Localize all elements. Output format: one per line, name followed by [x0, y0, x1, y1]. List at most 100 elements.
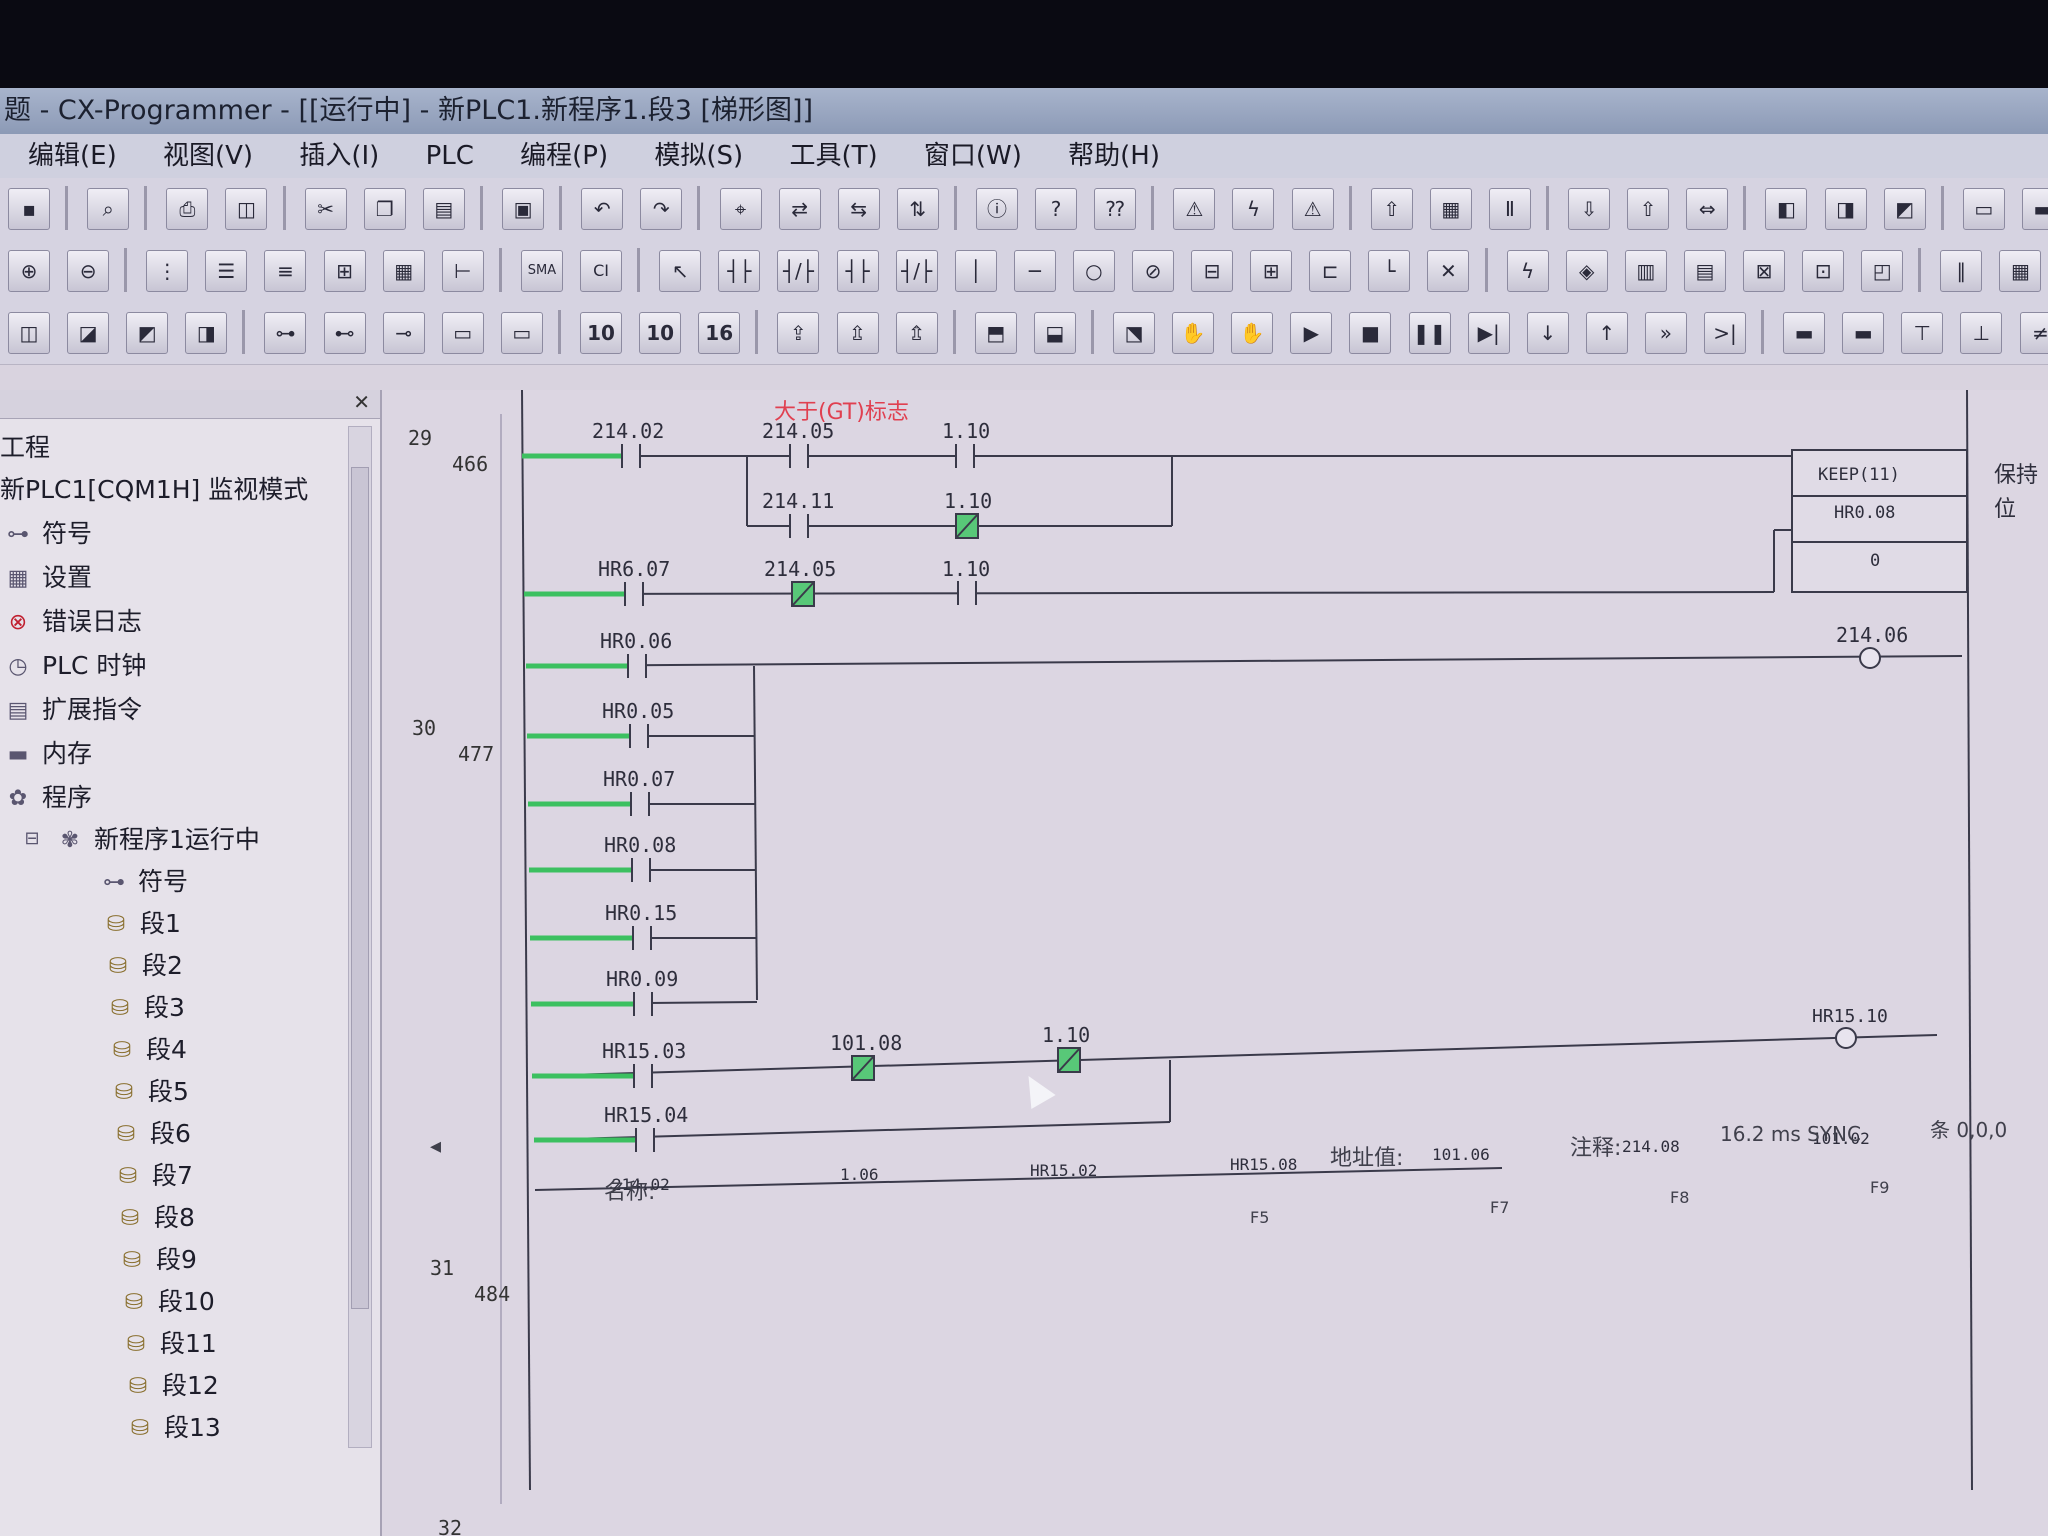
window-tile-icon[interactable]: ▬: [2021, 188, 2048, 230]
menu-window[interactable]: 窗口(W): [924, 134, 1022, 178]
radix-signed-10-button[interactable]: 10: [639, 312, 682, 354]
menu-insert[interactable]: 插入(I): [299, 134, 379, 178]
grid-icon[interactable]: ⋮: [146, 250, 189, 292]
layers-icon[interactable]: ◈: [1565, 250, 1608, 292]
transfer-icon[interactable]: ⇧: [1370, 188, 1413, 230]
address-replace-icon[interactable]: ⇅: [896, 188, 939, 230]
vertical-line-icon[interactable]: │: [954, 250, 997, 292]
local-symbols-icon[interactable]: ◩: [126, 312, 169, 354]
set-icon[interactable]: ▬: [1783, 312, 1826, 354]
sma-icon[interactable]: SMA: [520, 250, 563, 292]
replace-icon[interactable]: ⇄: [778, 188, 821, 230]
tree-section-10[interactable]: ⛁ 段10: [120, 1282, 215, 1318]
run-mode-icon[interactable]: ◨: [1824, 188, 1867, 230]
tree-section-1[interactable]: ⛁ 段1: [102, 904, 181, 940]
io-table-icon[interactable]: ▥: [1624, 250, 1667, 292]
collapse-icon[interactable]: ⊟: [18, 828, 46, 854]
section-icon[interactable]: ◫: [8, 312, 50, 354]
tree-project-root[interactable]: 工程: [0, 428, 50, 464]
comment-icon[interactable]: ☰: [205, 250, 248, 292]
tree-section-2[interactable]: ⛁ 段2: [104, 946, 183, 982]
tree-section-7[interactable]: ⛁ 段7: [114, 1156, 193, 1192]
select-mode-icon[interactable]: ↖: [659, 250, 702, 292]
online-icon[interactable]: ⇪: [777, 312, 820, 354]
tree-section-12[interactable]: ⛁ 段12: [124, 1366, 219, 1402]
tree-section-6[interactable]: ⛁ 段6: [112, 1114, 191, 1150]
menu-tools[interactable]: 工具(T): [789, 134, 877, 178]
upload-icon[interactable]: ⇧: [1627, 188, 1670, 230]
copy-icon[interactable]: ❐: [363, 188, 406, 230]
auto-online-icon[interactable]: ⇬: [895, 312, 938, 354]
tree-item-memory[interactable]: ▬ 内存: [4, 734, 92, 770]
memory-icon[interactable]: ▤: [1683, 250, 1726, 292]
or-no-contact-icon[interactable]: ┤├: [836, 250, 879, 292]
tree-item-programs[interactable]: ✿ 程序: [4, 778, 92, 814]
force-on-icon[interactable]: ⊤: [1901, 312, 1944, 354]
cross-ref-icon[interactable]: ⊠: [1743, 250, 1785, 292]
tree-section-3[interactable]: ⛁ 段3: [106, 988, 185, 1024]
window-icon[interactable]: ▭: [1962, 188, 2005, 230]
tree-item-symbols[interactable]: ⊶ 符号: [4, 514, 92, 550]
workspace-scrollbar[interactable]: [348, 426, 372, 1448]
or-nc-contact-icon[interactable]: ┤/├: [895, 250, 938, 292]
output-window-icon[interactable]: ▭: [441, 312, 484, 354]
menu-edit[interactable]: 编辑(E): [28, 134, 117, 178]
branch-icon[interactable]: ⊏: [1309, 250, 1352, 292]
transfer-to-plc-icon[interactable]: ⬒: [974, 312, 1017, 354]
menu-plc[interactable]: PLC: [426, 134, 474, 178]
function-key[interactable]: F5: [1250, 1208, 1269, 1227]
nc-coil-icon[interactable]: ⊘: [1131, 250, 1174, 292]
function-key[interactable]: F9: [1870, 1178, 1889, 1197]
download-icon[interactable]: ⇩: [1568, 188, 1611, 230]
save-icon[interactable]: ▪: [8, 188, 50, 230]
data-trace-icon[interactable]: ▦: [1999, 250, 2042, 292]
tree-program-symbols[interactable]: ⊶ 符号: [100, 862, 188, 898]
menu-simulate[interactable]: 模拟(S): [654, 134, 743, 178]
reset-icon[interactable]: ▬: [1842, 312, 1885, 354]
online-edit-icon[interactable]: ϟ: [1232, 188, 1275, 230]
program-list-icon[interactable]: ▦: [382, 250, 425, 292]
delete-line-icon[interactable]: ✕: [1427, 250, 1470, 292]
radix-10-button[interactable]: 10: [580, 312, 623, 354]
section-view-icon[interactable]: ◪: [67, 312, 110, 354]
pause-monitor-icon[interactable]: ✋: [1172, 312, 1215, 354]
list-icon[interactable]: ≡: [264, 250, 307, 292]
watch-window-icon[interactable]: ▭: [500, 312, 543, 354]
tree-section-13[interactable]: ⛁ 段13: [126, 1408, 221, 1444]
io-comment-icon[interactable]: ⊷: [323, 312, 366, 354]
context-help-icon[interactable]: ⁇: [1094, 188, 1137, 230]
radix-16-button[interactable]: 16: [698, 312, 741, 354]
paste-icon[interactable]: ▤: [422, 188, 465, 230]
program-check-icon[interactable]: ⊸: [382, 312, 425, 354]
zoom-in-icon[interactable]: ⊕: [8, 250, 50, 292]
force-off-icon[interactable]: ⊥: [1960, 312, 2003, 354]
find-file-icon[interactable]: ⌕: [87, 188, 130, 230]
line-connect-icon[interactable]: └: [1368, 250, 1411, 292]
stop-mode-icon[interactable]: ◩: [1883, 188, 1926, 230]
tree-section-9[interactable]: ⛁ 段9: [118, 1240, 197, 1276]
step-run-icon[interactable]: ▶|: [1467, 312, 1510, 354]
tree-section-8[interactable]: ⛁ 段8: [116, 1198, 195, 1234]
print-icon[interactable]: ⎙: [166, 188, 209, 230]
continuous-step-icon[interactable]: »: [1644, 312, 1687, 354]
no-contact-icon[interactable]: ┤├: [718, 250, 761, 292]
transfer-from-plc-icon[interactable]: ⬓: [1033, 312, 1076, 354]
pt-instruction-icon[interactable]: ⊞: [1250, 250, 1293, 292]
menu-help[interactable]: 帮助(H): [1068, 134, 1160, 178]
zoom-out-icon[interactable]: ⊖: [67, 250, 110, 292]
properties-icon[interactable]: ◨: [185, 312, 228, 354]
tree-section-4[interactable]: ⛁ 段4: [108, 1030, 187, 1066]
watch-icon[interactable]: ◰: [1861, 250, 1904, 292]
nc-contact-icon[interactable]: ┤/├: [777, 250, 820, 292]
binoculars-icon[interactable]: ⌖: [719, 188, 762, 230]
tree-plc[interactable]: 新PLC1[CQM1H] 监视模式: [0, 470, 308, 506]
instruction-icon[interactable]: ⊟: [1191, 250, 1234, 292]
compile-icon[interactable]: ⚠: [1291, 188, 1334, 230]
close-workspace-icon[interactable]: ✕: [353, 390, 370, 414]
compare-icon[interactable]: ⇔: [1686, 188, 1729, 230]
undo-icon[interactable]: ↶: [581, 188, 624, 230]
trigger-pause-icon[interactable]: ✋: [1231, 312, 1274, 354]
function-key[interactable]: F7: [1490, 1198, 1509, 1217]
tree-program-running[interactable]: ⊟ ✾ 新程序1运行中: [18, 820, 259, 856]
force-cancel-icon[interactable]: ≠: [2019, 312, 2048, 354]
